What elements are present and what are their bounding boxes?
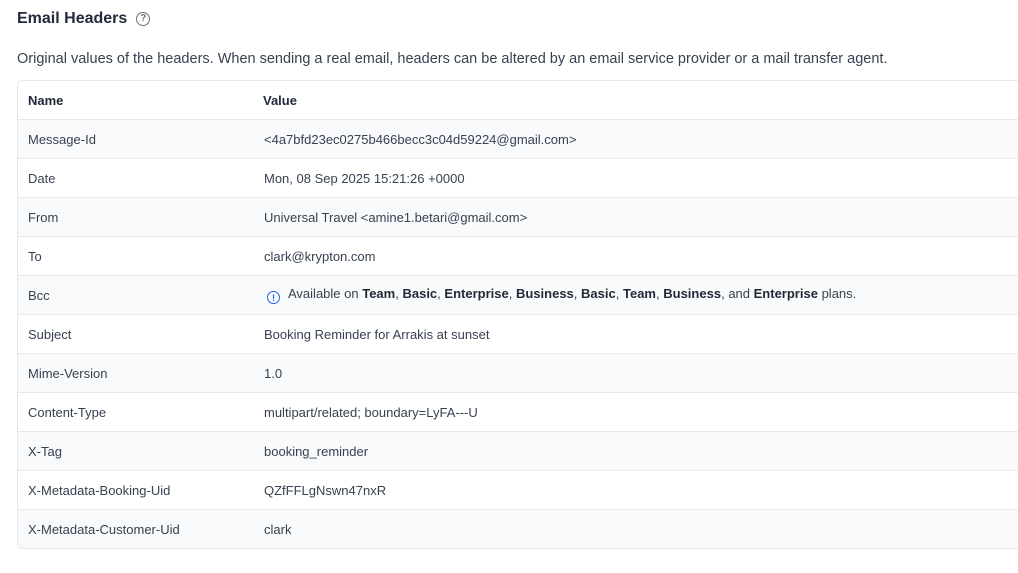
table-row: Subject Booking Reminder for Arrakis at …: [18, 314, 1018, 354]
header-value: Mon, 08 Sep 2025 15:21:26 +0000: [253, 158, 1018, 198]
header-value: booking_reminder: [253, 431, 1018, 471]
table-row: X-Tag booking_reminder: [18, 431, 1018, 471]
table-row: X-Metadata-Customer-Uid clark: [18, 509, 1018, 548]
help-icon[interactable]: ?: [136, 12, 151, 26]
header-name: Message-Id: [18, 119, 253, 159]
header-name: Date: [18, 158, 253, 198]
headers-table: Name Value Message-Id <4a7bfd23ec0275b46…: [18, 81, 1018, 548]
header-name: X-Metadata-Booking-Uid: [18, 470, 253, 510]
plan-name: Basic: [402, 285, 438, 301]
table-row: Date Mon, 08 Sep 2025 15:21:26 +0000: [18, 158, 1018, 198]
plan-name: Team: [362, 285, 396, 301]
plan-name: Enterprise: [753, 285, 818, 301]
plan-name: Business: [515, 285, 574, 301]
header-value: clark@krypton.com: [253, 236, 1018, 276]
table-row: Mime-Version 1.0: [18, 353, 1018, 393]
notice-conjunction: and: [728, 285, 751, 301]
table-row: Message-Id <4a7bfd23ec0275b466becc3c04d5…: [18, 119, 1018, 159]
header-name: X-Metadata-Customer-Uid: [18, 509, 253, 548]
header-value: clark: [253, 509, 1018, 548]
column-header-value: Value: [253, 81, 1018, 120]
headers-table-container: Name Value Message-Id <4a7bfd23ec0275b46…: [17, 80, 1018, 549]
plan-name: Basic: [581, 285, 616, 301]
email-headers-panel: Email Headers ? Original values of the h…: [0, 0, 1018, 573]
header-value: <4a7bfd23ec0275b466becc3c04d59224@gmail.…: [253, 119, 1018, 159]
section-header: Email Headers ?: [17, 8, 151, 30]
header-name: Mime-Version: [18, 353, 253, 393]
table-row: Bcc ! Available on Team, Basic, Enterpris…: [18, 275, 1018, 315]
table-row: Content-Type multipart/related; boundary…: [18, 392, 1018, 432]
column-header-name: Name: [18, 81, 253, 120]
header-name: Bcc: [18, 275, 253, 315]
plan-name: Enterprise: [444, 285, 509, 301]
header-name: To: [18, 236, 253, 276]
header-name: Subject: [18, 314, 253, 354]
section-description: Original values of the headers. When sen…: [17, 51, 888, 67]
notice-suffix: plans.: [821, 285, 857, 301]
table-row: From Universal Travel <amine1.betari@gma…: [18, 197, 1018, 237]
section-title: Email Headers: [17, 10, 128, 27]
header-value: QZfFFLgNswn47nxR: [253, 470, 1018, 510]
header-value: 1.0: [253, 353, 1018, 393]
info-circle-icon: !: [267, 291, 280, 305]
header-name: X-Tag: [18, 431, 253, 471]
notice-prefix: Available on: [288, 285, 359, 301]
header-value: multipart/related; boundary=LyFA---U: [253, 392, 1018, 432]
header-name: From: [18, 197, 253, 237]
header-value: Booking Reminder for Arrakis at sunset: [253, 314, 1018, 354]
table-row: X-Metadata-Booking-Uid QZfFFLgNswn47nxR: [18, 470, 1018, 510]
bcc-upgrade-notice: ! Available on Team, Basic, Enterprise, B…: [253, 275, 1018, 315]
header-value: Universal Travel <amine1.betari@gmail.co…: [253, 197, 1018, 237]
plan-name: Business: [663, 285, 722, 301]
table-header-row: Name Value: [18, 81, 1018, 120]
header-name: Content-Type: [18, 392, 253, 432]
table-row: To clark@krypton.com: [18, 236, 1018, 276]
plan-name: Team: [623, 285, 656, 301]
